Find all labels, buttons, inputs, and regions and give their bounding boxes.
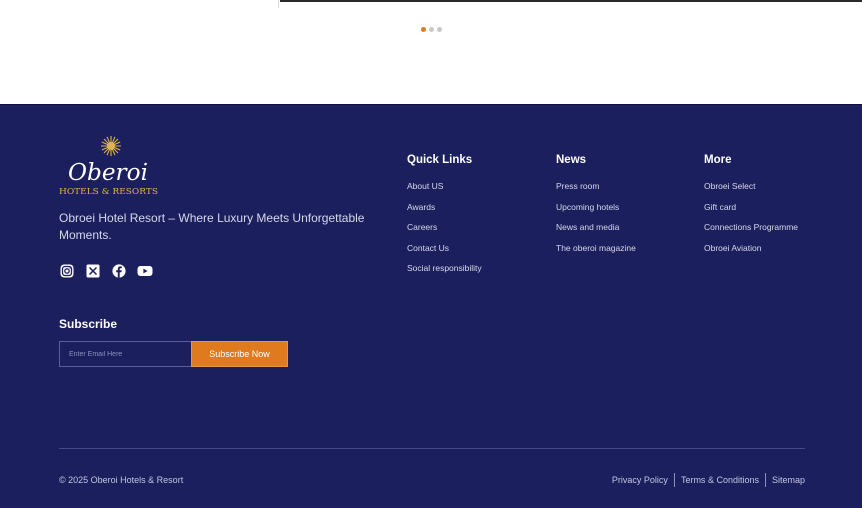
footer-divider (59, 448, 805, 449)
carousel-dot-3[interactable] (437, 27, 442, 32)
footer-link-connections-programme[interactable]: Connections Programme (704, 222, 798, 243)
footer-link-about-us[interactable]: About US (407, 181, 482, 202)
logo-subtitle-text: HOTELS & RESORTS (59, 186, 158, 196)
site-footer: Oberoi HOTELS & RESORTS Obroei Hotel Res… (0, 104, 862, 508)
legal-separator (764, 473, 766, 487)
content-edge-line (280, 0, 862, 2)
logo-script-text: Oberoi (68, 160, 148, 186)
copyright-text: © 2025 Oberoi Hotels & Resort (59, 475, 184, 485)
footer-link-obroei-select[interactable]: Obroei Select (704, 181, 798, 202)
social-links (59, 263, 153, 279)
more-heading: More (704, 154, 732, 166)
quick-links-heading: Quick Links (407, 154, 473, 166)
carousel-dot-1[interactable] (421, 27, 426, 32)
content-area-top (0, 0, 862, 104)
footer-link-contact-us[interactable]: Contact Us (407, 243, 482, 264)
youtube-icon[interactable] (137, 263, 153, 279)
news-heading: News (556, 154, 587, 166)
instagram-icon[interactable] (59, 263, 75, 279)
legal-separator (673, 473, 675, 487)
sun-emblem-icon (101, 136, 121, 156)
quick-links-column: Quick Links About US Awards Careers Cont… (407, 154, 482, 284)
footer-link-oberoi-magazine[interactable]: The oberoi magazine (556, 243, 636, 264)
facebook-icon[interactable] (111, 263, 127, 279)
terms-conditions-link[interactable]: Terms & Conditions (681, 475, 759, 485)
legal-links: Privacy Policy Terms & Conditions Sitema… (612, 473, 805, 487)
footer-link-press-room[interactable]: Press room (556, 181, 636, 202)
footer-link-careers[interactable]: Careers (407, 222, 482, 243)
content-divider (278, 0, 279, 8)
footer-link-awards[interactable]: Awards (407, 202, 482, 223)
news-column: News Press room Upcoming hotels News and… (556, 154, 636, 263)
footer-link-news-and-media[interactable]: News and media (556, 222, 636, 243)
carousel-pagination (421, 27, 442, 32)
brand-tagline: Obroei Hotel Resort – Where Luxury Meets… (59, 211, 365, 242)
x-icon[interactable] (85, 263, 101, 279)
email-input[interactable] (59, 341, 191, 367)
subscribe-button[interactable]: Subscribe Now (191, 341, 288, 367)
oberoi-logo[interactable]: Oberoi HOTELS & RESORTS (59, 135, 159, 197)
footer-link-gift-card[interactable]: Gift card (704, 202, 798, 223)
sitemap-link[interactable]: Sitemap (772, 475, 805, 485)
subscribe-form: Subscribe Now (59, 341, 288, 367)
footer-link-obroei-aviation[interactable]: Obroei Aviation (704, 243, 798, 264)
more-column: More Obroei Select Gift card Connections… (704, 154, 798, 263)
footer-link-social-responsibility[interactable]: Social responsibility (407, 263, 482, 284)
privacy-policy-link[interactable]: Privacy Policy (612, 475, 668, 485)
footer-link-upcoming-hotels[interactable]: Upcoming hotels (556, 202, 636, 223)
carousel-dot-2[interactable] (429, 27, 434, 32)
subscribe-heading: Subscribe (59, 317, 118, 331)
